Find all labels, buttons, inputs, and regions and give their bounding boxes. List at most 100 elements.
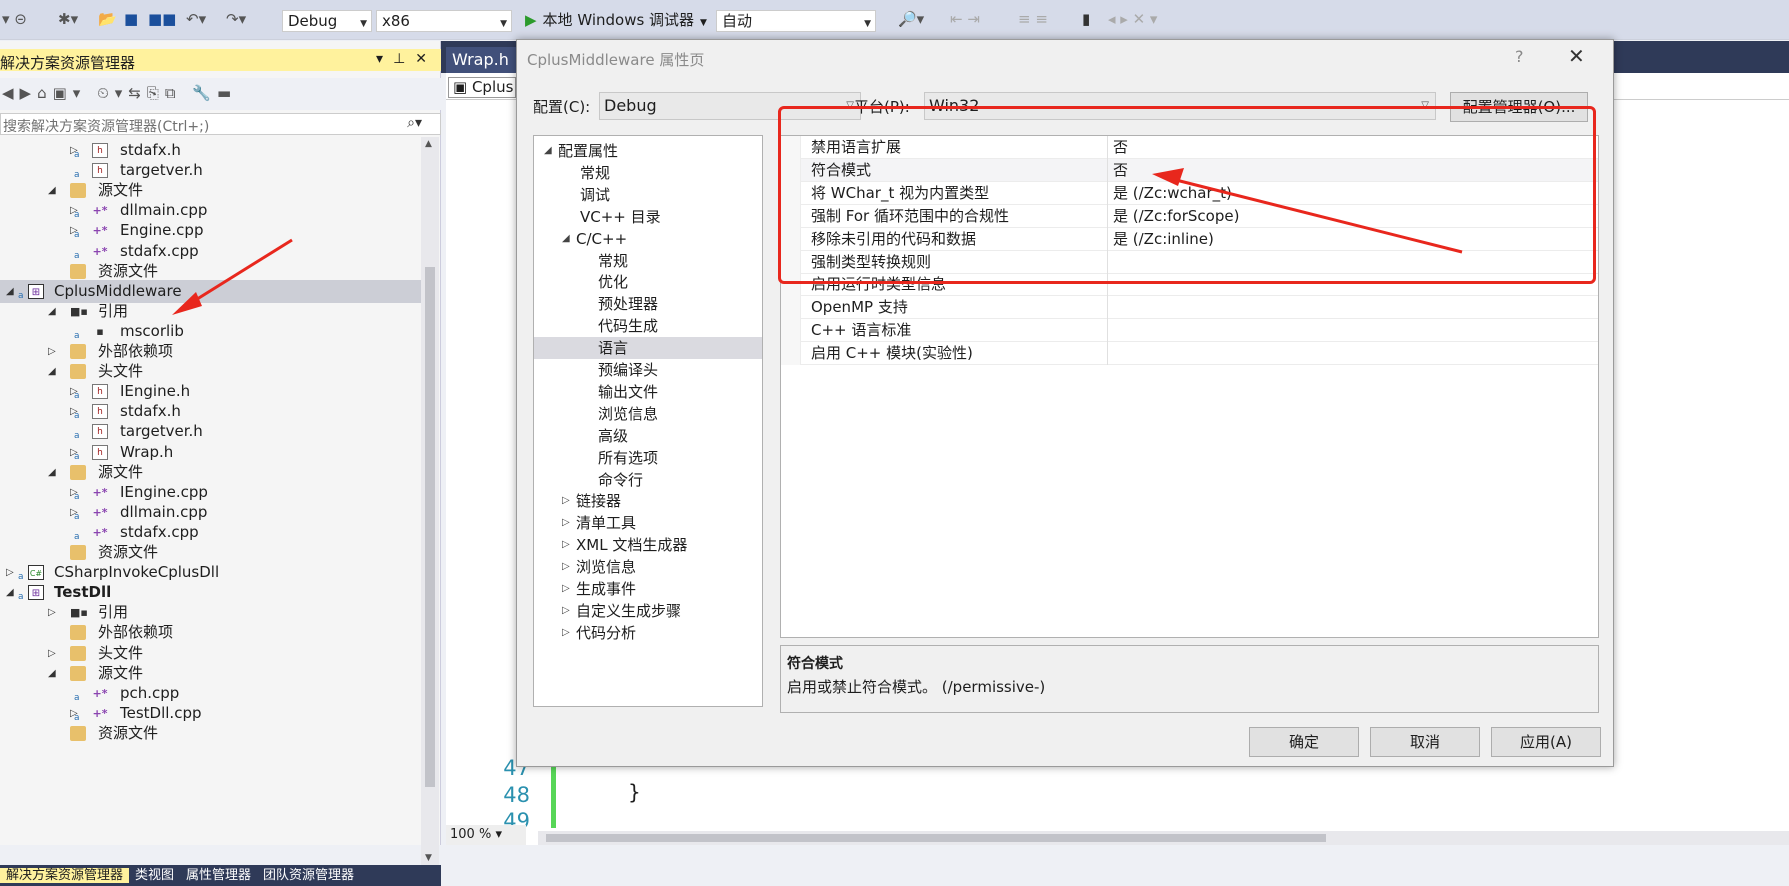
panel-window-buttons[interactable]: ▾⊥✕ — [376, 51, 437, 67]
cpp-file-icon: +* — [92, 706, 108, 720]
cancel-button[interactable]: 取消 — [1370, 727, 1480, 757]
description-title: 符合模式 — [787, 656, 843, 672]
bookmark-icon[interactable]: ▮ — [1082, 10, 1090, 28]
panel-tab[interactable]: 类视图 — [129, 868, 180, 883]
editor-tab-wrap-h[interactable]: Wrap.h — [446, 47, 520, 73]
project-nav-dropdown[interactable]: ▣ Cplus — [448, 77, 516, 98]
category-item[interactable]: ▷ 链接器 — [534, 490, 762, 512]
expand-icon[interactable]: ▷ — [562, 600, 570, 622]
category-label: 调试 — [580, 185, 611, 204]
category-item[interactable]: 调试 — [534, 184, 762, 206]
folder-icon — [70, 725, 86, 741]
category-label: 常规 — [580, 163, 611, 182]
ok-button[interactable]: 确定 — [1249, 727, 1359, 757]
solution-explorer-toolbar[interactable]: ◀▶⌂▣▾ ⏲▾⇆⎘⧉ 🔧▬ — [0, 78, 441, 110]
open-folder-icon[interactable]: 📂 — [98, 10, 117, 28]
expand-icon[interactable]: ▷ — [562, 534, 570, 556]
property-row[interactable]: C++ 语言标准 — [781, 319, 1598, 343]
category-label: 预处理器 — [598, 295, 659, 314]
category-item[interactable]: 优化 — [534, 271, 762, 293]
property-row[interactable]: 启用 C++ 模块(实验性) — [781, 342, 1598, 366]
expand-icon[interactable]: ▷ — [562, 556, 570, 578]
back-forward-icon[interactable]: ▾ ⊝ — [2, 10, 27, 28]
category-item[interactable]: 常规 — [534, 250, 762, 272]
comment-icon[interactable]: ≡ ≡ — [1018, 10, 1048, 28]
zoom-value: 100 % — [450, 827, 492, 842]
expand-icon[interactable]: ▷ — [562, 490, 570, 512]
redo-icon[interactable]: ↷▾ — [226, 10, 246, 28]
outdent-icon[interactable]: ⇤ ⇥ — [950, 10, 980, 28]
category-label: 优化 — [598, 273, 629, 292]
help-button[interactable]: ? — [1515, 47, 1524, 66]
line-number: 48 — [503, 782, 530, 807]
debug-mode-select[interactable]: 自动 ▼ — [716, 10, 876, 32]
start-debugging-button[interactable]: ▶ 本地 Windows 调试器 ▼ — [525, 10, 707, 32]
category-label: 自定义生成步骤 — [576, 601, 682, 620]
category-label: 浏览信息 — [598, 404, 659, 423]
category-item[interactable]: ▷ XML 文档生成器 — [534, 534, 762, 556]
category-label: 输出文件 — [598, 382, 659, 401]
category-item[interactable]: ◢ C/C++ — [534, 228, 762, 250]
expand-icon[interactable]: ▷ — [562, 622, 570, 644]
category-item[interactable]: ▷ 清单工具 — [534, 512, 762, 534]
tree-scrollbar[interactable]: ▲ ▼ — [421, 137, 439, 865]
zoom-select[interactable]: 100 % ▾ — [446, 825, 526, 845]
main-toolbar: ▾ ⊝ ✱▾ 📂 ■ ■■ ↶▾ ↷▾ Debug ▼ x86 ▼ ▶ 本地 Wind… — [0, 0, 1789, 40]
category-item[interactable]: ◢ 配置属性 — [534, 140, 762, 162]
category-item[interactable]: 语言 — [534, 337, 762, 360]
project-nav-icon: ▣ — [453, 78, 472, 96]
save-all-icon[interactable]: ■■ — [148, 10, 176, 28]
category-item[interactable]: 高级 — [534, 425, 762, 447]
collapse-icon[interactable]: ◢ — [544, 140, 552, 162]
save-icon[interactable]: ■ — [124, 10, 138, 28]
category-item[interactable]: ▷ 生成事件 — [534, 578, 762, 600]
solution-config-select[interactable]: Debug ▼ — [282, 10, 372, 32]
category-item[interactable]: VC++ 目录 — [534, 206, 762, 228]
change-marker — [551, 760, 556, 828]
project-icon: ⊞ — [28, 585, 44, 601]
category-item[interactable]: ▷ 自定义生成步骤 — [534, 600, 762, 622]
play-icon: ▶ — [525, 11, 537, 29]
solution-search-input[interactable]: 搜索解决方案资源管理器(Ctrl+;) ⌕▾ — [0, 113, 441, 135]
editor-hscrollbar[interactable] — [538, 831, 1789, 845]
cpp-file-icon: +* — [92, 244, 108, 258]
close-icon[interactable]: ✕ — [1568, 44, 1585, 68]
folder-icon — [70, 464, 86, 480]
category-item[interactable]: 代码生成 — [534, 315, 762, 337]
folder-icon — [70, 625, 86, 641]
category-item[interactable]: 常规 — [534, 162, 762, 184]
new-project-icon[interactable]: ✱▾ — [58, 10, 78, 28]
category-item[interactable]: 预编译头 — [534, 359, 762, 381]
category-item[interactable]: 浏览信息 — [534, 403, 762, 425]
category-label: 配置属性 — [558, 142, 619, 160]
solution-platform-select[interactable]: x86 ▼ — [376, 10, 512, 32]
panel-tab[interactable]: 属性管理器 — [180, 868, 257, 883]
category-item[interactable]: ▷ 浏览信息 — [534, 556, 762, 578]
category-item[interactable]: ▷ 代码分析 — [534, 622, 762, 644]
panel-tab[interactable]: 团队资源管理器 — [257, 868, 360, 883]
category-label: 所有选项 — [598, 448, 659, 467]
find-icon[interactable]: 🔎▾ — [898, 10, 924, 28]
property-name: 启用 C++ 模块(实验性) — [811, 344, 973, 363]
category-label: 高级 — [598, 426, 629, 445]
category-item[interactable]: 输出文件 — [534, 381, 762, 403]
tree-item[interactable]: 资源文件 — [0, 722, 421, 745]
cpp-file-icon: +* — [92, 204, 108, 218]
expand-icon[interactable]: ▷ — [562, 512, 570, 534]
solution-explorer-panel: 解决方案资源管理器 ▾⊥✕ ◀▶⌂▣▾ ⏲▾⇆⎘⧉ 🔧▬ 搜索解决方案资源管理器… — [0, 41, 441, 886]
undo-icon[interactable]: ↶▾ — [186, 10, 206, 28]
references-icon: ■▪ — [70, 606, 88, 620]
bookmark-nav-icon[interactable]: ◂ ▸ ✕ ▾ — [1108, 10, 1157, 28]
cpp-file-icon: +* — [92, 686, 108, 700]
expand-icon[interactable]: ▷ — [562, 578, 570, 600]
folder-icon — [70, 183, 86, 199]
category-item[interactable]: 所有选项 — [534, 447, 762, 469]
search-icon[interactable]: ⌕▾ — [407, 115, 422, 131]
category-item[interactable]: 命令行 — [534, 469, 762, 491]
csharp-project-icon: C# — [28, 565, 44, 581]
panel-tab[interactable]: 解决方案资源管理器 — [0, 868, 130, 883]
category-item[interactable]: 预处理器 — [534, 293, 762, 315]
apply-button[interactable]: 应用(A) — [1491, 727, 1601, 757]
property-row[interactable]: OpenMP 支持 — [781, 296, 1598, 320]
collapse-icon[interactable]: ◢ — [562, 228, 570, 250]
